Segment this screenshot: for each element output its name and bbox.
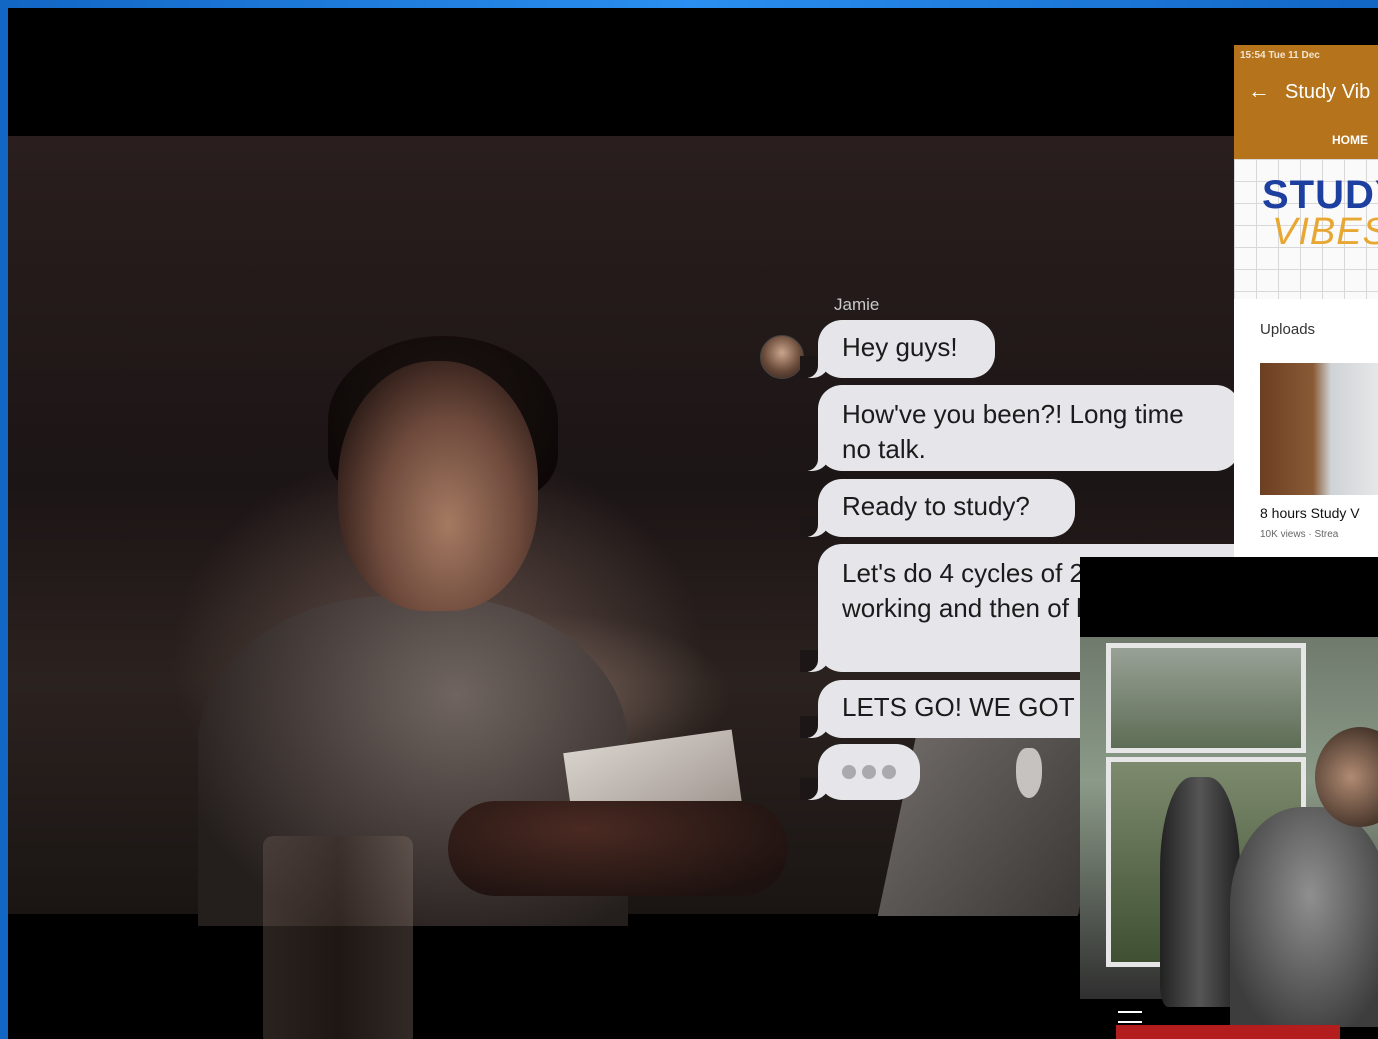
chat-bubble: Hey guys! (800, 320, 995, 378)
secondary-video-player[interactable] (1080, 557, 1378, 1039)
youtube-app-bar: ← Study Vib (1234, 67, 1378, 119)
video-thumbnail[interactable] (1260, 363, 1378, 495)
window-upper (1106, 643, 1306, 753)
chat-bubble: LETS GO! WE GOT (800, 680, 1118, 738)
channel-tab-bar: HOME (1234, 119, 1378, 159)
status-bar: 15:54 Tue 11 Dec (1234, 45, 1378, 67)
banner-logo-text-bottom: VIBES (1272, 211, 1378, 253)
uploads-section-title: Uploads (1260, 321, 1316, 338)
person-body (1230, 807, 1378, 1027)
glass-jar (263, 836, 413, 1039)
office-chair (1160, 777, 1240, 1007)
menu-icon[interactable] (1118, 1011, 1142, 1023)
channel-banner: STUDY VIBES (1234, 159, 1378, 299)
typing-dot (842, 765, 856, 779)
red-banner (1116, 1025, 1340, 1039)
apple-logo-icon (1016, 748, 1042, 798)
tab-home[interactable]: HOME (1332, 133, 1368, 147)
chat-bubble: How've you been?! Long time no talk. (800, 385, 1240, 471)
pencil-case (448, 801, 788, 896)
sender-avatar (760, 335, 804, 379)
typing-dot (862, 765, 876, 779)
person-face (338, 361, 538, 611)
arrow-left-icon[interactable]: ← (1248, 80, 1270, 102)
video-frame-desk-scene (1080, 637, 1378, 1027)
chat-bubble: Ready to study? (800, 479, 1075, 537)
channel-title: Study Vib (1285, 81, 1371, 103)
youtube-app-screenshot: 15:54 Tue 11 Dec ← Study Vib HOME STUDY … (1234, 45, 1378, 565)
typing-dots-icon (800, 744, 920, 800)
chat-sender-name: Jamie (834, 295, 880, 314)
video-meta: 10K views · Strea (1260, 529, 1339, 540)
typing-dot (882, 765, 896, 779)
video-title[interactable]: 8 hours Study V (1260, 505, 1360, 521)
